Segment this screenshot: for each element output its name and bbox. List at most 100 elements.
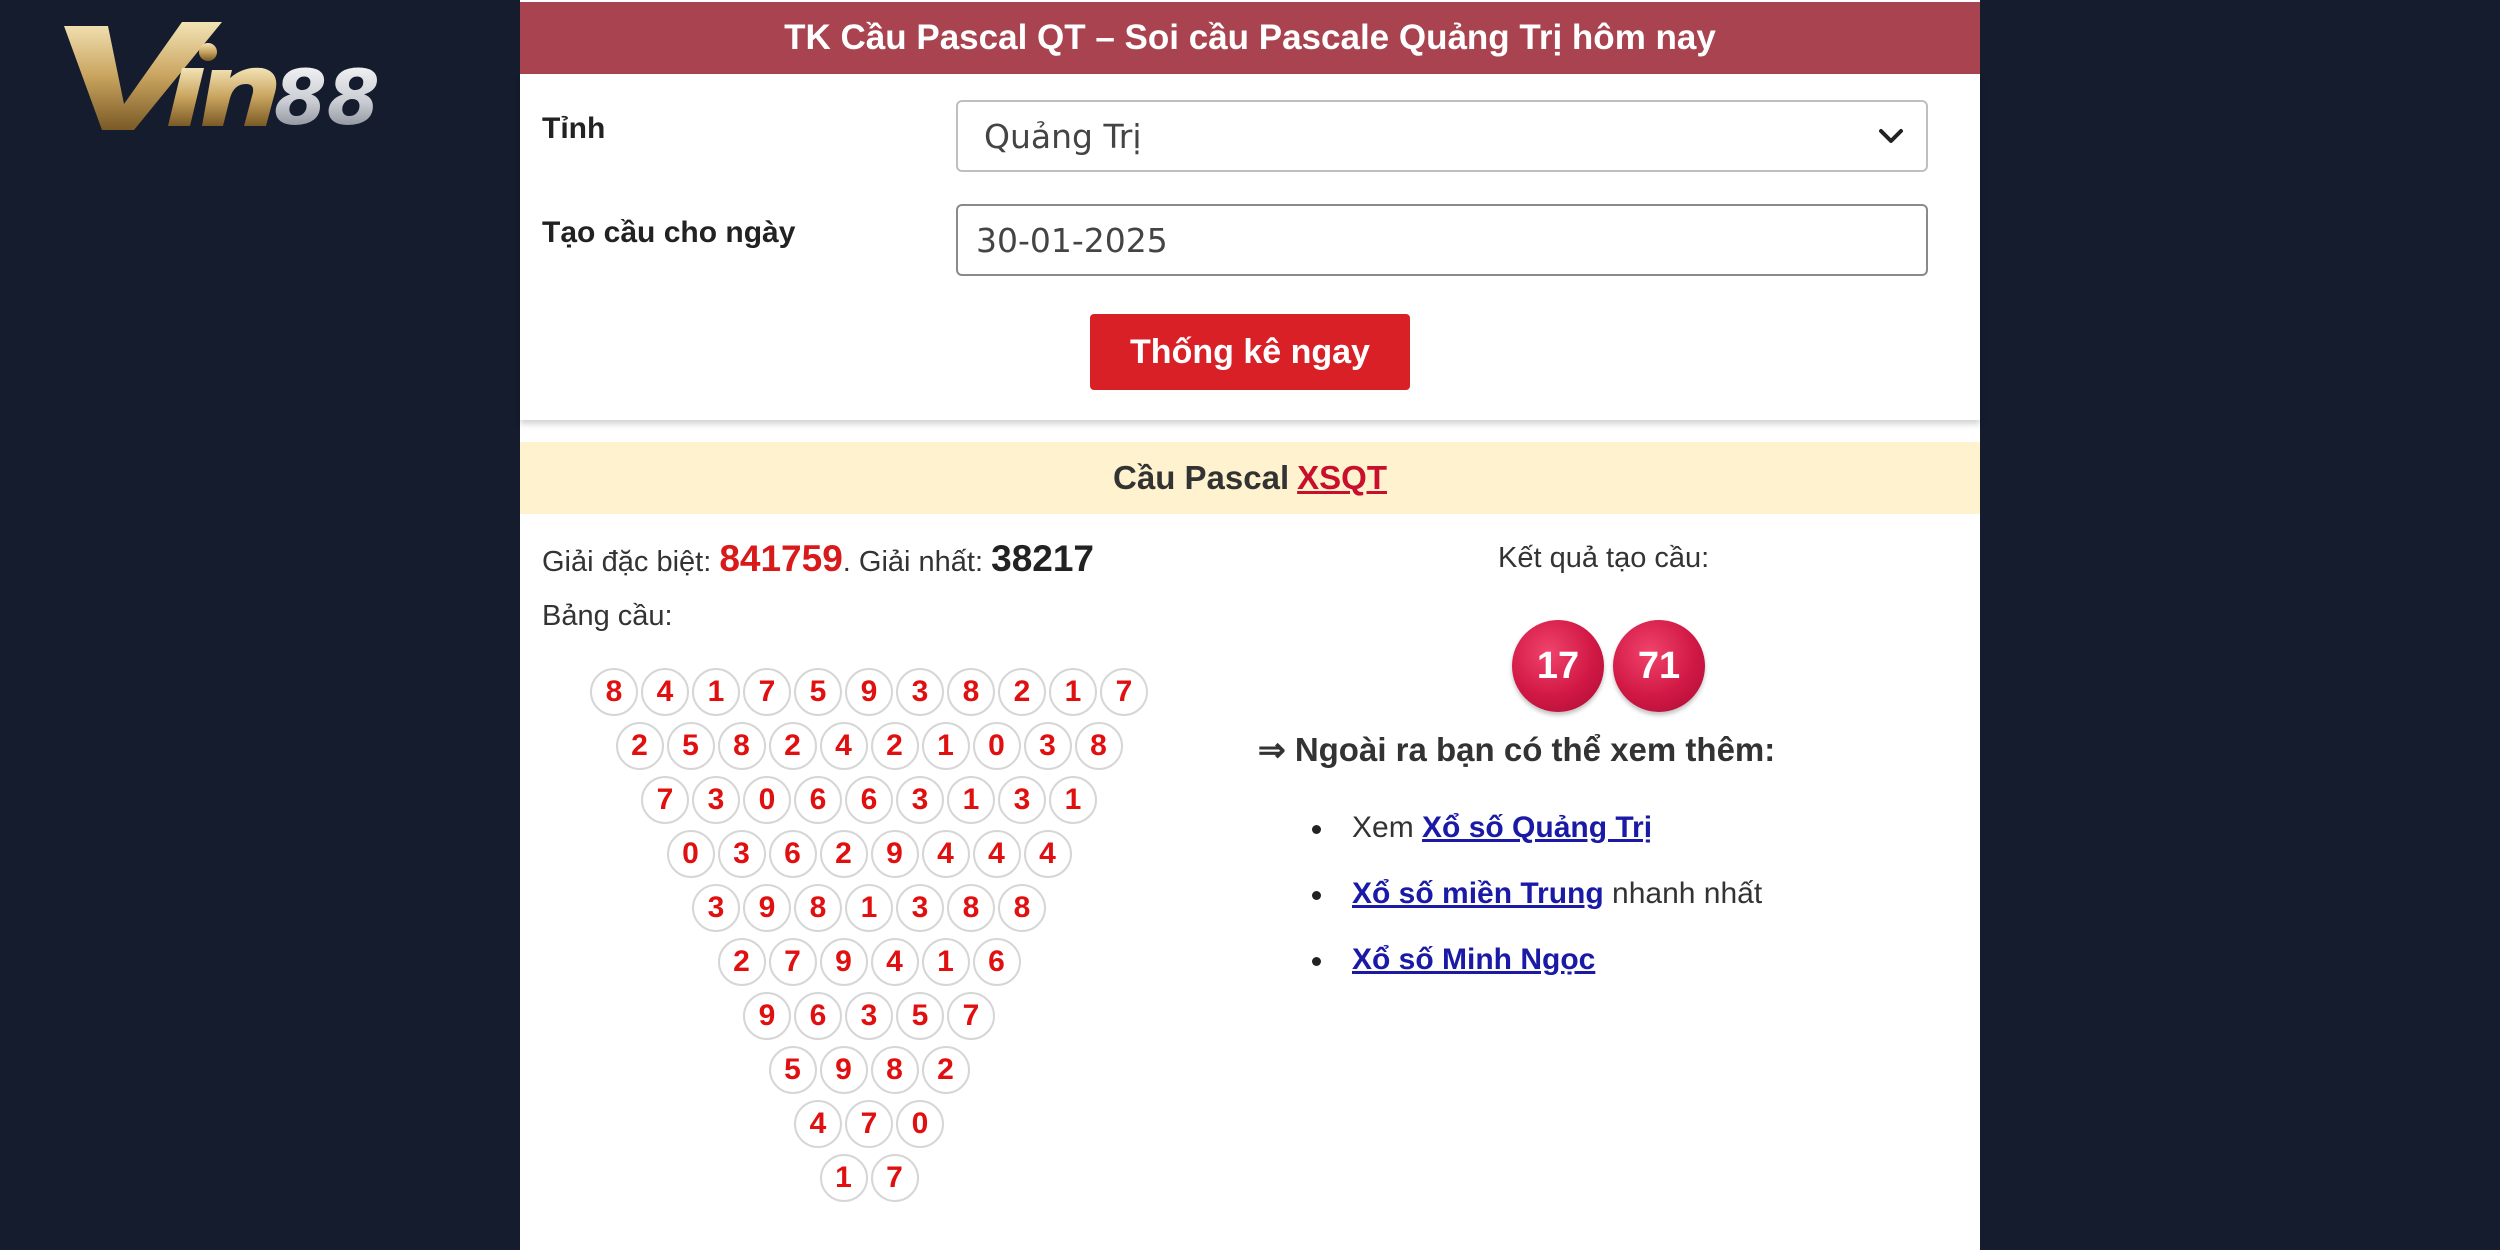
pascal-digit: 2 <box>819 830 868 878</box>
province-select[interactable]: Quảng Trị <box>956 100 1928 172</box>
pascal-digit: 1 <box>1049 776 1097 824</box>
pascal-digit: 0 <box>972 722 1021 770</box>
pascal-digit: 2 <box>717 938 766 986</box>
pascal-digit: 9 <box>819 1046 868 1094</box>
pascal-digit: 0 <box>743 776 791 824</box>
pascal-digit: 8 <box>717 722 766 770</box>
link-prefix: Xem <box>1352 811 1423 844</box>
pascal-digit: 6 <box>794 776 842 824</box>
pascal-digit: 6 <box>972 938 1021 986</box>
search-form: Tỉnh Quảng Trị Tạo cầu cho ngày 30-01-20… <box>520 74 1980 420</box>
pascal-digit: 4 <box>1023 830 1072 878</box>
pascal-digit: 2 <box>998 668 1046 716</box>
pascal-digit: 3 <box>896 668 944 716</box>
main-panel: TK Cầu Pascal QT – Soi cầu Pascale Quảng… <box>520 0 1980 1250</box>
page-title: TK Cầu Pascal QT – Soi cầu Pascale Quảng… <box>520 2 1980 74</box>
pascal-digit: 1 <box>947 776 995 824</box>
pascal-digit: 3 <box>717 830 766 878</box>
pascal-digit: 7 <box>1100 668 1148 716</box>
pascal-digit: 1 <box>1049 668 1097 716</box>
pascal-digit: 3 <box>896 776 944 824</box>
pascal-digit: 7 <box>870 1154 919 1202</box>
pascal-digit: 1 <box>921 722 970 770</box>
pascal-digit: 1 <box>921 938 970 986</box>
vin88-logo[interactable]: 88 <box>62 18 432 138</box>
pascal-digit: 2 <box>615 722 664 770</box>
svg-text:88: 88 <box>274 53 380 138</box>
pascal-digit: 3 <box>692 884 740 932</box>
pascal-digit: 8 <box>998 884 1046 932</box>
pascal-digit: 1 <box>692 668 740 716</box>
pascal-digit: 7 <box>768 938 817 986</box>
pascal-digit: 9 <box>870 830 919 878</box>
pascal-digit: 1 <box>819 1154 868 1202</box>
bullet-icon <box>1312 957 1321 966</box>
date-input[interactable]: 30-01-2025 <box>956 204 1928 276</box>
logo-graphic: 88 <box>64 22 380 138</box>
first-prize-label: Giải nhất: <box>858 546 984 578</box>
more-links-title: ⇒ Ngoài ra bạn có thể xem thêm: <box>1258 731 1776 768</box>
special-prize-label: Giải đặc biệt: <box>542 546 712 578</box>
province-label: Tỉnh <box>542 112 606 145</box>
pascal-digit: 5 <box>896 992 944 1040</box>
pascal-digit: 8 <box>870 1046 919 1094</box>
section-heading-text: Cầu Pascal <box>1113 459 1290 496</box>
pascal-digit: 0 <box>666 830 715 878</box>
pascal-digit: 8 <box>794 884 842 932</box>
date-value: 30-01-2025 <box>976 220 1168 260</box>
xo-so-minh-ngoc-link[interactable]: Xổ số Minh Ngọc <box>1352 943 1595 976</box>
pascal-digit: 5 <box>794 668 842 716</box>
pascal-digit: 2 <box>768 722 817 770</box>
list-item: Xổ số miền Trung nhanh nhất <box>1312 866 1762 932</box>
list-item: Xem Xổ số Quảng Trị <box>1312 800 1762 866</box>
pascal-digit: 4 <box>870 938 919 986</box>
pascal-digit: 2 <box>921 1046 970 1094</box>
date-label: Tạo cầu cho ngày <box>542 216 796 249</box>
result-ball: 71 <box>1613 620 1705 712</box>
pascal-digit: 8 <box>947 884 995 932</box>
pascal-digit: 3 <box>896 884 944 932</box>
pascal-digit: 6 <box>794 992 842 1040</box>
submit-button[interactable]: Thống kê ngay <box>1090 314 1410 390</box>
pascal-digit: 7 <box>743 668 791 716</box>
pascal-digit: 9 <box>743 884 791 932</box>
pascal-digit: 2 <box>870 722 919 770</box>
pascal-digit: 7 <box>845 1100 893 1148</box>
pascal-digit: 3 <box>845 992 893 1040</box>
pascal-digit: 6 <box>845 776 893 824</box>
pascal-digit: 4 <box>921 830 970 878</box>
pascal-digit: 4 <box>794 1100 842 1148</box>
pascal-digit: 7 <box>947 992 995 1040</box>
pascal-digit: 3 <box>1023 722 1072 770</box>
pascal-digit: 5 <box>666 722 715 770</box>
pascal-table-label: Bảng cầu: <box>542 600 673 632</box>
result-label: Kết quả tạo cầu: <box>1498 542 1710 574</box>
pascal-digit: 7 <box>641 776 689 824</box>
pascal-digit: 8 <box>590 668 638 716</box>
bullet-icon <box>1312 825 1321 834</box>
xsqt-link[interactable]: XSQT <box>1297 459 1387 497</box>
xo-so-mien-trung-link[interactable]: Xổ số miền Trung <box>1352 877 1604 910</box>
special-prize-value: 841759 <box>719 538 843 579</box>
pascal-digit: 8 <box>1074 722 1123 770</box>
pascal-digit: 8 <box>947 668 995 716</box>
prize-separator: . <box>842 546 851 578</box>
pascal-digit: 5 <box>768 1046 817 1094</box>
xo-so-quang-tri-link[interactable]: Xổ số Quảng Trị <box>1422 811 1652 844</box>
province-value: Quảng Trị <box>984 116 1142 156</box>
pascal-digit: 4 <box>641 668 689 716</box>
pascal-digit: 1 <box>845 884 893 932</box>
pascal-digit: 9 <box>819 938 868 986</box>
link-suffix: nhanh nhất <box>1603 877 1763 910</box>
pascal-digit: 4 <box>819 722 868 770</box>
pascal-digit: 6 <box>768 830 817 878</box>
section-heading: Cầu Pascal XSQT <box>520 442 1980 514</box>
prize-summary: Giải đặc biệt: 841759. Giải nhất: 38217 <box>542 538 1094 580</box>
bullet-icon <box>1312 891 1321 900</box>
first-prize-value: 38217 <box>991 538 1095 579</box>
pascal-digit: 3 <box>998 776 1046 824</box>
list-item: Xổ số Minh Ngọc <box>1312 932 1762 998</box>
pascal-digit: 3 <box>692 776 740 824</box>
more-links-list: Xem Xổ số Quảng Trị Xổ số miền Trung nha… <box>1312 800 1762 998</box>
pascal-digit: 0 <box>896 1100 944 1148</box>
